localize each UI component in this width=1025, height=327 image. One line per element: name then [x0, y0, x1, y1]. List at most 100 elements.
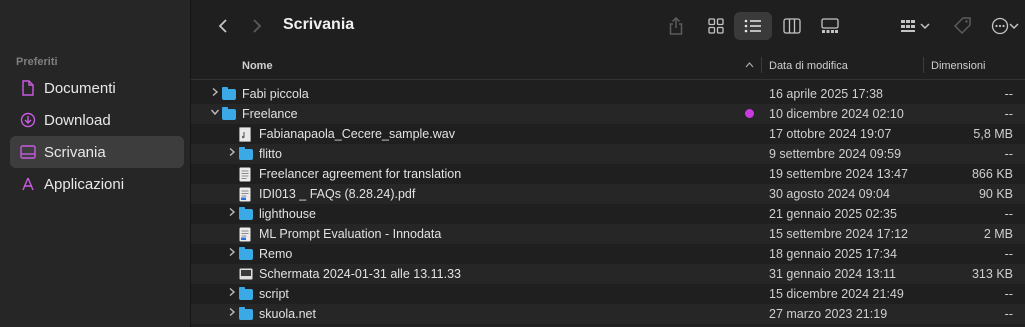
list-view-button[interactable] [734, 12, 772, 40]
file-date: 16 aprile 2025 17:38 [769, 87, 883, 101]
column-divider[interactable] [761, 57, 762, 73]
file-size: 90 KB [978, 187, 1013, 201]
chevron-right-icon [253, 19, 262, 33]
sidebar-item-download[interactable]: Download [10, 104, 184, 136]
ellipsis-circle-icon [991, 17, 1009, 35]
group-by-button[interactable] [895, 12, 935, 40]
file-row[interactable]: Schermata 2024-01-31 alle 13.11.33 31 gen… [191, 264, 1025, 284]
file-name: Remo [259, 247, 293, 261]
file-name: skuola.net [259, 307, 316, 321]
folder-icon [239, 147, 253, 160]
applications-icon [20, 176, 36, 192]
folder-icon [222, 87, 236, 100]
chevron-down-icon [1009, 23, 1019, 30]
sort-ascending-icon [745, 62, 754, 68]
sidebar-item-scrivania[interactable]: Scrivania [10, 136, 184, 168]
file-size: -- [1004, 147, 1013, 161]
more-actions-button[interactable] [985, 12, 1025, 40]
main-pane: Scrivania Nome Data di modifica Dimensio… [191, 0, 1025, 327]
file-date: 21 gennaio 2025 02:35 [769, 207, 897, 221]
sidebar-section-header: Preferiti [16, 56, 58, 68]
chevron-down-icon[interactable] [210, 107, 220, 121]
file-row[interactable]: lighthouse 21 gennaio 2025 02:35 -- [191, 204, 1025, 224]
back-button[interactable] [213, 12, 233, 40]
columns-icon [783, 18, 801, 34]
sidebar-item-label: Documenti [44, 79, 116, 97]
column-divider[interactable] [923, 57, 924, 73]
file-size: -- [1004, 107, 1013, 121]
file-row[interactable]: Remo 18 gennaio 2025 17:34 -- [191, 244, 1025, 264]
column-header: Nome Data di modifica Dimensioni [191, 52, 1025, 80]
group-icon [901, 20, 915, 32]
grid-icon [708, 18, 724, 34]
toolbar: Scrivania [191, 0, 1025, 52]
file-date: 18 gennaio 2025 17:34 [769, 247, 897, 261]
file-date: 15 dicembre 2024 21:49 [769, 287, 904, 301]
file-size: 5,8 MB [973, 127, 1013, 141]
sidebar-item-documenti[interactable]: Documenti [10, 72, 184, 104]
desktop-icon [20, 144, 36, 160]
folder-icon [239, 207, 253, 220]
share-button[interactable] [665, 12, 687, 40]
file-size: 866 KB [971, 167, 1013, 181]
pdf-file-icon [239, 227, 253, 242]
file-name: Freelancer agreement for translation [259, 167, 462, 181]
window-title: Scrivania [283, 16, 355, 33]
chevron-down-icon [920, 23, 930, 30]
sidebar-item-label: Download [44, 111, 111, 129]
column-date-header[interactable]: Data di modifica [769, 60, 848, 72]
column-view-button[interactable] [777, 12, 807, 40]
file-row[interactable]: Fabianapaola_Cecere_sample.wav 17 ottobre… [191, 124, 1025, 144]
chevron-right-icon[interactable] [227, 247, 237, 261]
file-row[interactable]: IDI013 _ FAQs (8.28.24).pdf 30 agosto 202… [191, 184, 1025, 204]
column-size-header[interactable]: Dimensioni [931, 60, 985, 72]
folder-icon [239, 307, 253, 320]
tag-icon [954, 17, 971, 35]
sidebar-item-label: Applicazioni [44, 175, 125, 193]
file-name: script [259, 287, 289, 301]
forward-button[interactable] [247, 12, 267, 40]
file-name: Freelance [242, 107, 298, 121]
file-row[interactable]: Fabi piccola 16 aprile 2025 17:38 -- [191, 84, 1025, 104]
sidebar-item-label: Scrivania [44, 143, 106, 161]
icon-view-button[interactable] [701, 12, 731, 40]
file-date: 30 agosto 2024 09:04 [769, 187, 890, 201]
chevron-right-icon[interactable] [227, 307, 237, 321]
tags-button[interactable] [951, 12, 975, 40]
folder-icon [222, 107, 236, 120]
file-size: 313 KB [971, 267, 1013, 281]
chevron-right-icon[interactable] [227, 147, 237, 161]
file-row[interactable]: Freelancer agreement for translation 19 s… [191, 164, 1025, 184]
file-date: 27 marzo 2023 21:19 [769, 307, 888, 321]
chevron-right-icon[interactable] [227, 287, 237, 301]
sidebar: Preferiti Documenti Download Scrivania A… [0, 0, 191, 327]
file-row[interactable]: script 15 dicembre 2024 21:49 -- [191, 284, 1025, 304]
file-size: 2 MB [983, 227, 1013, 241]
column-name-header[interactable]: Nome [242, 60, 273, 72]
file-row[interactable]: flitto 9 settembre 2024 09:59 -- [191, 144, 1025, 164]
file-size: -- [1004, 207, 1013, 221]
pdf-file-icon [239, 187, 253, 202]
file-name: Fabi piccola [242, 87, 309, 101]
chevron-right-icon[interactable] [210, 87, 220, 101]
file-row[interactable]: ML Prompt Evaluation - Innodata 15 settem… [191, 224, 1025, 244]
image-file-icon [239, 268, 253, 281]
file-list: Fabi piccola 16 aprile 2025 17:38 -- Freela… [191, 84, 1025, 324]
file-name: ML Prompt Evaluation - Innodata [259, 227, 442, 241]
file-size: -- [1004, 287, 1013, 301]
file-name: Fabianapaola_Cecere_sample.wav [259, 127, 455, 141]
file-date: 31 gennaio 2024 13:11 [769, 267, 896, 281]
file-row[interactable]: skuola.net 27 marzo 2023 21:19 -- [191, 304, 1025, 324]
chevron-right-icon[interactable] [227, 207, 237, 221]
download-icon [20, 112, 36, 128]
file-name: IDI013 _ FAQs (8.28.24).pdf [259, 187, 416, 201]
file-name: flitto [259, 147, 282, 161]
file-row[interactable]: Freelance 10 dicembre 2024 02:10 -- [191, 104, 1025, 124]
file-size: -- [1004, 247, 1013, 261]
folder-icon [239, 287, 253, 300]
list-icon [744, 19, 761, 33]
file-size: -- [1004, 307, 1013, 321]
file-date: 10 dicembre 2024 02:10 [769, 107, 904, 121]
gallery-view-button[interactable] [815, 12, 845, 40]
sidebar-item-applicazioni[interactable]: Applicazioni [10, 168, 184, 200]
